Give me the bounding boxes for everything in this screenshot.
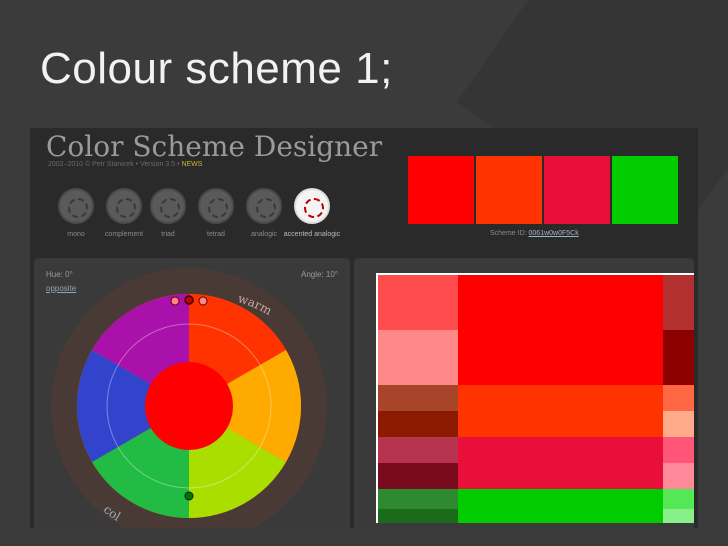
- palette-cell[interactable]: [378, 509, 458, 523]
- credit-prefix: 2002–2010 ©: [48, 161, 93, 168]
- palette-cell[interactable]: [378, 489, 458, 509]
- complement-swatch[interactable]: [612, 156, 678, 224]
- mono-mode-icon: [58, 188, 94, 224]
- palette-cell[interactable]: [378, 437, 458, 463]
- secondary-swatch-a[interactable]: [476, 156, 542, 224]
- palette-cell[interactable]: [663, 463, 694, 489]
- palette-cell[interactable]: [378, 330, 458, 385]
- complement-mode-icon: [106, 188, 142, 224]
- scheme-id-link[interactable]: 0061w0w0F5Ck: [529, 230, 579, 237]
- palette-cell[interactable]: [663, 489, 694, 509]
- palette-cell[interactable]: [378, 275, 458, 330]
- palette-cell[interactable]: [663, 437, 694, 463]
- wheel-center-color: [145, 362, 233, 450]
- scheme-id: Scheme ID: 0061w0w0F5Ck: [490, 230, 579, 237]
- wheel-marker-right[interactable]: [198, 296, 208, 306]
- color-scheme-designer-screenshot: Color Scheme Designer 2002–2010 © Petr S…: [30, 128, 698, 528]
- tetrad-mode-icon: [198, 188, 234, 224]
- mode-label: accented analogic: [283, 231, 341, 238]
- slide-title: Colour scheme 1;: [40, 44, 393, 93]
- palette-main-block[interactable]: [458, 275, 663, 385]
- analogic-mode-icon: [246, 188, 282, 224]
- author-link[interactable]: Petr Stanicek: [92, 161, 134, 168]
- triad-mode-icon: [150, 188, 186, 224]
- app-credit-line: 2002–2010 © Petr Stanicek • Version 3.5 …: [48, 161, 202, 168]
- palette-cell[interactable]: [663, 385, 694, 411]
- scheme-mode-selector: mono complement triad tetrad analogic ac…: [52, 188, 372, 248]
- palette-cell[interactable]: [378, 411, 458, 437]
- palette-main-block[interactable]: [458, 489, 663, 523]
- palette-grid-panel: [354, 258, 694, 528]
- mode-accented-analogic[interactable]: accented analogic: [282, 188, 342, 239]
- news-link[interactable]: NEWS: [181, 161, 202, 168]
- palette-cell[interactable]: [663, 330, 694, 385]
- palette-cell[interactable]: [378, 463, 458, 489]
- app-title: Color Scheme Designer: [46, 130, 383, 163]
- palette-cell[interactable]: [663, 275, 694, 330]
- primary-swatch[interactable]: [408, 156, 474, 224]
- accented-analogic-mode-icon: [294, 188, 330, 224]
- palette-main-block[interactable]: [458, 437, 663, 489]
- palette-cell[interactable]: [378, 385, 458, 411]
- palette-grid: [376, 273, 694, 523]
- wheel-marker-primary[interactable]: [184, 295, 194, 305]
- palette-cell[interactable]: [663, 411, 694, 437]
- scheme-id-label: Scheme ID:: [490, 230, 529, 237]
- wheel-marker-left[interactable]: [170, 296, 180, 306]
- version-link[interactable]: Version 3.5: [140, 161, 175, 168]
- palette-main-block[interactable]: [458, 385, 663, 437]
- color-wheel[interactable]: warm col: [34, 258, 350, 528]
- color-wheel-panel: Hue: 0° opposite Angle: 10° warm col: [34, 258, 350, 528]
- palette-cell[interactable]: [663, 509, 694, 523]
- wheel-marker-complement[interactable]: [184, 491, 194, 501]
- secondary-swatch-b[interactable]: [544, 156, 610, 224]
